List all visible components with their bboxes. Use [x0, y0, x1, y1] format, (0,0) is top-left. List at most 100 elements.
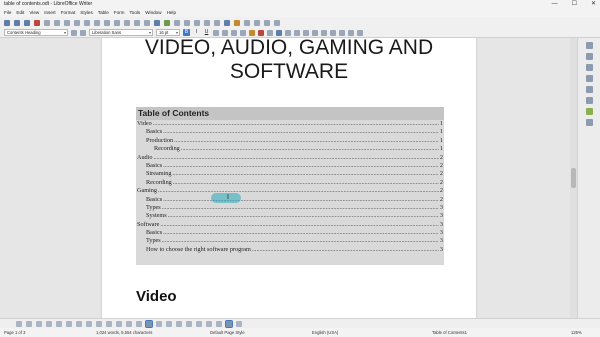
ellipse-tool-icon[interactable]: [76, 320, 82, 327]
underline-button[interactable]: U: [203, 29, 210, 36]
zoom-level[interactable]: 125%: [571, 328, 582, 337]
menu-form[interactable]: Form: [114, 9, 125, 17]
stars-icon[interactable]: [136, 320, 142, 327]
font-size-select[interactable]: 16 pt: [156, 29, 180, 36]
paragraph-spacing-icon[interactable]: [357, 29, 363, 36]
increase-indent-icon[interactable]: [330, 29, 336, 36]
cut-icon[interactable]: [64, 19, 70, 26]
shadow-icon[interactable]: [240, 29, 246, 36]
spelling-icon[interactable]: [134, 19, 140, 26]
export-pdf-icon[interactable]: [34, 19, 40, 26]
maximize-button[interactable]: ☐: [572, 0, 577, 9]
fontwork-icon[interactable]: [156, 320, 162, 327]
page-icon[interactable]: [585, 64, 593, 71]
rotate-icon[interactable]: [166, 320, 172, 327]
group-icon[interactable]: [225, 319, 233, 328]
table-of-contents[interactable]: Table of Contents Video.................…: [136, 107, 444, 265]
block-arrows-icon[interactable]: [106, 320, 112, 327]
toc-entry[interactable]: Types...................................…: [136, 204, 444, 212]
minimize-button[interactable]: —: [552, 0, 558, 9]
close-button[interactable]: ✕: [591, 0, 596, 9]
menu-insert[interactable]: Insert: [44, 9, 56, 17]
toc-entry[interactable]: Basics..................................…: [136, 229, 444, 237]
bold-button[interactable]: B: [183, 29, 190, 36]
find-replace-icon[interactable]: [124, 19, 130, 26]
manage-changes-icon[interactable]: [585, 108, 593, 115]
insert-table-icon[interactable]: [154, 19, 160, 26]
polygon-tool-icon[interactable]: [56, 320, 62, 327]
shadow-object-icon[interactable]: [236, 320, 242, 327]
superscript-icon[interactable]: [222, 29, 228, 36]
align-left-icon[interactable]: [267, 29, 273, 36]
menu-edit[interactable]: Edit: [16, 9, 24, 17]
insert-field-icon[interactable]: [204, 19, 210, 26]
font-name-select[interactable]: Liberation Sans: [89, 29, 153, 36]
sidebar-menu-icon[interactable]: [585, 42, 593, 49]
line-tool-icon[interactable]: [26, 320, 32, 327]
align-center-icon[interactable]: [276, 29, 282, 36]
hyperlink-icon[interactable]: [224, 19, 230, 26]
toc-entry[interactable]: Audio...................................…: [136, 154, 444, 162]
numbering-icon[interactable]: [312, 29, 318, 36]
toc-entry[interactable]: Systems.................................…: [136, 212, 444, 220]
menu-styles[interactable]: Styles: [80, 9, 93, 17]
line-spacing-icon[interactable]: [348, 29, 354, 36]
font-color-icon[interactable]: [258, 29, 264, 36]
undo-icon[interactable]: [104, 19, 110, 26]
strikethrough-icon[interactable]: [213, 29, 219, 36]
print-icon[interactable]: [44, 19, 50, 26]
toc-entry[interactable]: Production..............................…: [136, 137, 444, 145]
select-icon[interactable]: [16, 320, 22, 327]
line-icon[interactable]: [264, 19, 270, 26]
toc-entry[interactable]: Recording...............................…: [136, 145, 444, 153]
gallery-icon[interactable]: [585, 86, 593, 93]
menu-view[interactable]: View: [29, 9, 39, 17]
page-style[interactable]: Default Page Style: [210, 328, 245, 337]
rectangle-tool-icon[interactable]: [66, 320, 72, 327]
subscript-icon[interactable]: [231, 29, 237, 36]
decrease-indent-icon[interactable]: [339, 29, 345, 36]
extrusion-icon[interactable]: [176, 320, 182, 327]
menu-file[interactable]: File: [4, 9, 11, 17]
insert-chart-icon[interactable]: [174, 19, 180, 26]
menu-table[interactable]: Table: [98, 9, 109, 17]
toc-entry[interactable]: Video...................................…: [136, 120, 444, 128]
navigator-icon[interactable]: [585, 97, 593, 104]
align-right-icon[interactable]: [285, 29, 291, 36]
toc-entry[interactable]: Software................................…: [136, 221, 444, 229]
toc-entry[interactable]: Basics..................................…: [136, 196, 444, 204]
page-count[interactable]: Page 1 of 3: [4, 328, 25, 337]
menu-tools[interactable]: Tools: [129, 9, 140, 17]
flowchart-icon[interactable]: [116, 320, 122, 327]
copy-icon[interactable]: [74, 19, 80, 26]
scrollbar-thumb[interactable]: [571, 168, 576, 188]
document-page[interactable]: VIDEO, AUDIO, GAMING AND SOFTWARE Table …: [102, 38, 476, 318]
outline-icon[interactable]: [321, 29, 327, 36]
update-style-icon[interactable]: [71, 29, 77, 36]
word-count[interactable]: 1,024 words, 5,554 characters: [96, 328, 152, 337]
menu-format[interactable]: Format: [61, 9, 76, 17]
toc-entry[interactable]: Gaming..................................…: [136, 187, 444, 195]
comment-icon[interactable]: [244, 19, 250, 26]
insert-textbox-icon[interactable]: [184, 19, 190, 26]
clone-formatting-icon[interactable]: [94, 19, 100, 26]
wrap-icon[interactable]: [206, 320, 212, 327]
italic-button[interactable]: I: [193, 29, 200, 36]
menu-window[interactable]: Window: [145, 9, 161, 17]
points-tool-icon[interactable]: [145, 319, 153, 328]
special-character-icon[interactable]: [214, 19, 220, 26]
redo-icon[interactable]: [114, 19, 120, 26]
footnote-icon[interactable]: [234, 19, 240, 26]
align-objects-icon[interactable]: [186, 320, 192, 327]
paste-icon[interactable]: [84, 19, 90, 26]
vertical-scrollbar[interactable]: [570, 38, 577, 318]
save-icon[interactable]: [24, 19, 30, 26]
justify-icon[interactable]: [294, 29, 300, 36]
design-icon[interactable]: [585, 119, 593, 126]
highlight-color-icon[interactable]: [249, 29, 255, 36]
new-style-icon[interactable]: [80, 29, 86, 36]
formatting-marks-icon[interactable]: [144, 19, 150, 26]
print-preview-icon[interactable]: [54, 19, 60, 26]
bullets-icon[interactable]: [303, 29, 309, 36]
toc-entry[interactable]: Streaming...............................…: [136, 170, 444, 178]
